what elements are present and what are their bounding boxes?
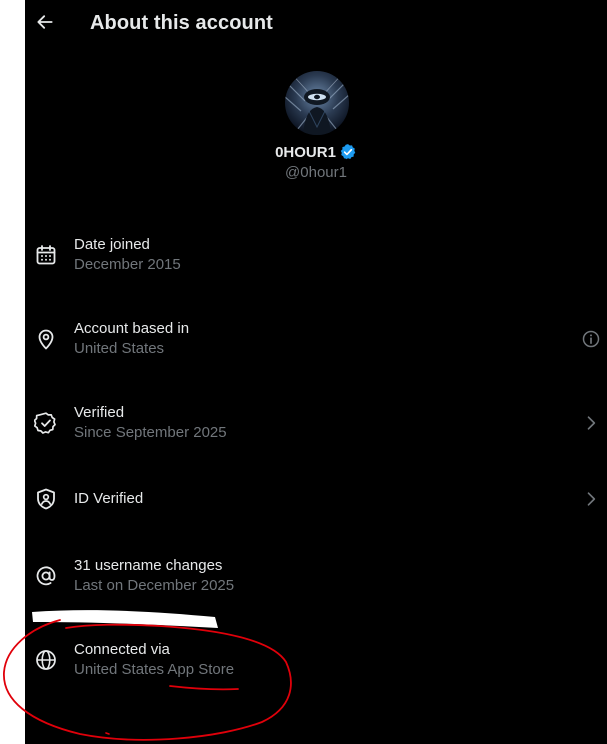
row-username-changes: 31 username changes Last on December 202…	[25, 556, 607, 616]
verified-check-icon	[34, 412, 56, 434]
header: About this account	[25, 0, 607, 48]
chevron-right-icon	[587, 492, 596, 506]
at-sign-icon	[36, 566, 56, 586]
row-value: United States App Store	[74, 661, 235, 678]
row-connected-via: Connected via United States App Store	[25, 640, 607, 700]
chevron-right-icon	[587, 416, 596, 430]
row-label: 31 username changes	[74, 557, 223, 574]
handle: @0hour1	[285, 164, 347, 181]
row-verified[interactable]: Verified Since September 2025	[25, 403, 607, 463]
location-pin-icon	[38, 329, 54, 350]
display-name: 0HOUR1	[275, 143, 336, 161]
info-icon[interactable]	[581, 329, 601, 349]
row-value: Last on December 2025	[74, 577, 235, 594]
back-button[interactable]	[31, 8, 59, 36]
avatar[interactable]	[285, 71, 349, 135]
row-label: ID Verified	[74, 490, 144, 507]
row-label: Date joined	[74, 236, 150, 253]
display-name-row: 0HOUR1	[25, 143, 607, 161]
row-id-verified[interactable]: ID Verified	[25, 487, 607, 547]
row-date-joined: Date joined December 2015	[25, 235, 607, 295]
row-value: Since September 2025	[74, 424, 227, 441]
row-value: December 2015	[74, 256, 181, 273]
calendar-icon	[36, 245, 56, 265]
globe-icon	[36, 650, 56, 670]
arrow-left-icon	[37, 15, 53, 29]
row-label: Account based in	[74, 320, 190, 337]
verified-badge-icon	[340, 144, 356, 160]
row-label: Connected via	[74, 641, 170, 658]
row-value: United States	[74, 340, 165, 357]
row-label: Verified	[74, 404, 125, 421]
page-title: About this account	[90, 12, 273, 34]
row-account-based-in: Account based in United States	[25, 319, 607, 379]
id-shield-icon	[37, 488, 55, 510]
avatar-image	[285, 71, 349, 135]
about-account-panel: About this account 0HOUR1 @0hour1 Date j…	[25, 0, 607, 744]
page: About this account 0HOUR1 @0hour1 Date j…	[0, 0, 607, 744]
